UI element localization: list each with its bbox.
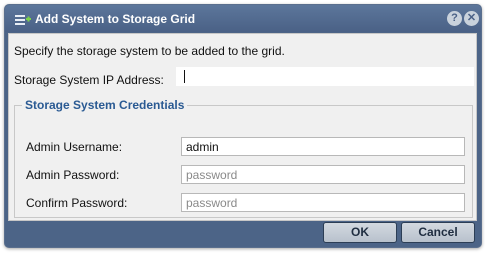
admin-username-input[interactable] [181,137,465,156]
text-caret [184,70,185,83]
admin-password-input[interactable] [181,165,465,184]
cancel-button[interactable]: Cancel [401,222,475,243]
intro-text: Specify the storage system to be added t… [14,44,285,58]
confirm-password-input[interactable] [181,193,465,212]
confirm-password-label: Confirm Password: [26,196,128,210]
close-icon[interactable]: ✕ [464,11,479,26]
dialog-body: Specify the storage system to be added t… [8,33,477,221]
admin-username-label: Admin Username: [26,140,123,154]
credentials-group: Storage System Credentials Admin Usernam… [14,98,473,218]
ip-address-input[interactable] [176,67,474,86]
ok-button[interactable]: OK [323,222,397,243]
ip-address-label: Storage System IP Address: [14,73,164,87]
add-system-dialog: Add System to Storage Grid ? ✕ Specify t… [4,4,482,248]
admin-password-label: Admin Password: [26,168,120,182]
dialog-title: Add System to Storage Grid [35,12,196,26]
dialog-titlebar[interactable]: Add System to Storage Grid ? ✕ [5,5,481,32]
help-icon[interactable]: ? [447,11,462,26]
add-system-icon [15,15,31,25]
credentials-legend: Storage System Credentials [25,98,185,112]
